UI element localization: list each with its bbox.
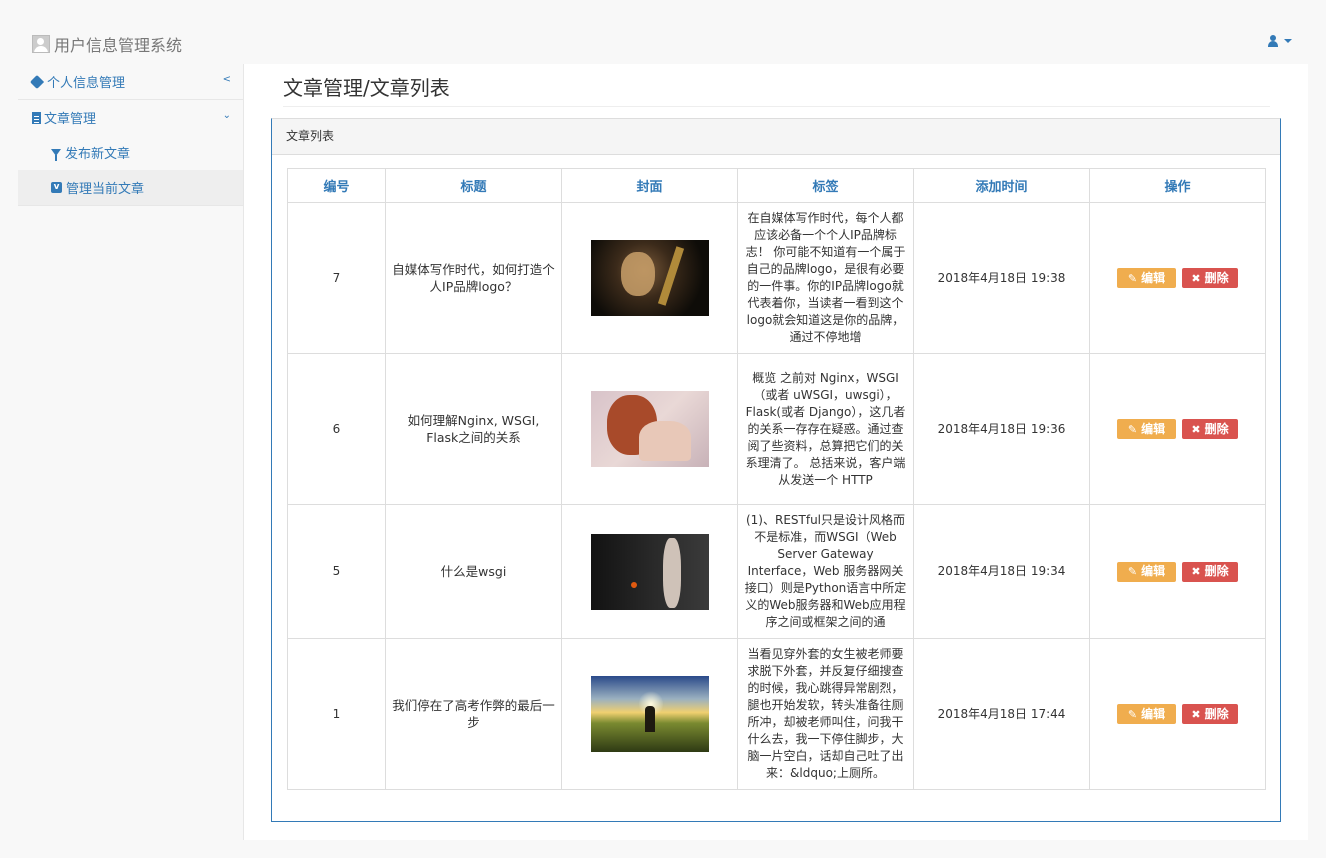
article-list-panel: 文章列表 编号 标题 封面 标签 添加时间 操作 7 自媒体写作时代，如何打造个… — [271, 118, 1281, 822]
table-row: 5 什么是wsgi (1)、RESTful只是设计风格而不是标准，而WSGI（W… — [287, 504, 1266, 639]
cell-id: 6 — [287, 353, 386, 505]
navbar: 用户信息管理系统 — [18, 18, 1308, 65]
cell-cover — [561, 504, 738, 639]
cell-title: 自媒体写作时代，如何打造个人IP品牌logo？ — [385, 202, 562, 354]
user-menu-toggle[interactable] — [1267, 35, 1292, 47]
cell-cover — [561, 202, 738, 354]
panel-title: 文章列表 — [272, 119, 1280, 155]
times-icon: ✖ — [1191, 707, 1201, 721]
edit-label: 编辑 — [1141, 270, 1166, 285]
table-row: 7 自媒体写作时代，如何打造个人IP品牌logo？ 在自媒体写作时代，每个人都应… — [287, 202, 1266, 354]
edit-label: 编辑 — [1141, 421, 1166, 436]
cover-image — [590, 391, 709, 467]
cell-id: 1 — [287, 638, 386, 790]
times-icon: ✖ — [1191, 271, 1201, 285]
edit-label: 编辑 — [1141, 706, 1166, 721]
cell-title: 如何理解Nginx, WSGI, Flask之间的关系 — [385, 353, 562, 505]
delete-button[interactable]: ✖ 删除 — [1182, 268, 1238, 288]
chevron-down-icon: ⌄ — [222, 110, 231, 121]
times-icon: ✖ — [1191, 422, 1201, 436]
cell-tag: 当看见穿外套的女生被老师要求脱下外套，并反复仔细搜查的时候，我心跳得异常剧烈，腿… — [737, 638, 914, 790]
sidebar-subitem-label: 管理当前文章 — [66, 182, 145, 197]
times-icon: ✖ — [1191, 565, 1201, 578]
delete-label: 删除 — [1204, 706, 1229, 721]
column-header-time: 添加时间 — [913, 168, 1090, 203]
caret-down-icon — [1284, 39, 1292, 43]
pencil-square-icon: ✎ — [1127, 271, 1138, 285]
column-header-id: 编号 — [287, 168, 386, 203]
cell-actions: ✎ 编辑 ✖ 删除 — [1089, 353, 1266, 505]
delete-label: 删除 — [1204, 421, 1229, 436]
cell-cover — [561, 353, 738, 505]
edit-label: 编辑 — [1141, 564, 1166, 578]
cell-title: 我们停在了高考作弊的最后一步 — [385, 638, 562, 790]
column-header-actions: 操作 — [1089, 168, 1266, 203]
cell-time: 2018年4月18日 19:34 — [913, 504, 1090, 639]
delete-label: 删除 — [1204, 270, 1229, 285]
cover-image — [590, 533, 709, 610]
filter-icon — [51, 149, 61, 161]
sidebar: 个人信息管理 < 文章管理 ⌄ 发布新文章 v 管理当前文章 — [18, 64, 244, 840]
edit-button[interactable]: ✎ 编辑 — [1117, 704, 1176, 724]
cell-title: 什么是wsgi — [385, 504, 562, 639]
sidebar-subitem-new-article[interactable]: 发布新文章 — [18, 135, 243, 170]
column-header-title: 标题 — [385, 168, 562, 203]
article-table: 编号 标题 封面 标签 添加时间 操作 7 自媒体写作时代，如何打造个人IP品牌… — [287, 168, 1266, 790]
chevron-left-icon: < — [222, 74, 231, 85]
sidebar-item-label: 个人信息管理 — [47, 76, 126, 91]
tag-icon — [29, 74, 45, 89]
cell-tag: (1)、RESTful只是设计风格而不是标准，而WSGI（Web Server … — [737, 504, 914, 639]
column-header-tag: 标签 — [737, 168, 914, 203]
table-header-row: 编号 标题 封面 标签 添加时间 操作 — [287, 168, 1266, 203]
delete-button[interactable]: ✖ 删除 — [1182, 561, 1238, 582]
pencil-square-icon: ✎ — [1127, 565, 1138, 578]
pencil-square-icon: ✎ — [1127, 707, 1138, 721]
sidebar-item-personal-info[interactable]: 个人信息管理 < — [18, 64, 243, 100]
cover-image — [590, 676, 709, 752]
cell-actions: ✎ 编辑 ✖ 删除 — [1089, 504, 1266, 639]
sidebar-item-article-management[interactable]: 文章管理 ⌄ — [18, 100, 243, 135]
main-content: 文章管理/文章列表 文章列表 编号 标题 封面 标签 添加时间 操作 7 自媒体… — [244, 64, 1308, 840]
cell-tag: 在自媒体写作时代，每个人都应该必备一个个人IP品牌标志！ 你可能不知道有一个属于… — [737, 202, 914, 354]
pencil-square-icon: ✎ — [1127, 422, 1138, 436]
brand[interactable]: 用户信息管理系统 — [32, 32, 182, 56]
cell-time: 2018年4月18日 19:38 — [913, 202, 1090, 354]
cell-id: 7 — [287, 202, 386, 354]
delete-label: 删除 — [1204, 564, 1229, 578]
page-title: 文章管理/文章列表 — [283, 72, 1270, 107]
user-icon — [1267, 35, 1279, 47]
cell-time: 2018年4月18日 17:44 — [913, 638, 1090, 790]
cell-time: 2018年4月18日 19:36 — [913, 353, 1090, 505]
table-row: 1 我们停在了高考作弊的最后一步 当看见穿外套的女生被老师要求脱下外套，并反复仔… — [287, 638, 1266, 790]
cell-actions: ✎ 编辑 ✖ 删除 — [1089, 638, 1266, 790]
cell-tag: 概览 之前对 Nginx，WSGI（或者 uWSGI，uwsgi），Flask(… — [737, 353, 914, 505]
delete-button[interactable]: ✖ 删除 — [1182, 419, 1238, 439]
file-icon — [32, 111, 41, 124]
edit-button[interactable]: ✎ 编辑 — [1117, 561, 1176, 582]
app-title: 用户信息管理系统 — [54, 36, 183, 55]
cell-id: 5 — [287, 504, 386, 639]
edit-button[interactable]: ✎ 编辑 — [1117, 268, 1176, 288]
cell-actions: ✎ 编辑 ✖ 删除 — [1089, 202, 1266, 354]
cover-image — [590, 240, 709, 316]
edit-button[interactable]: ✎ 编辑 — [1117, 419, 1176, 439]
v-icon: v — [51, 182, 62, 193]
user-avatar-icon — [32, 35, 50, 53]
column-header-cover: 封面 — [561, 168, 738, 203]
sidebar-item-label: 文章管理 — [44, 112, 97, 127]
cell-cover — [561, 638, 738, 790]
table-row: 6 如何理解Nginx, WSGI, Flask之间的关系 概览 之前对 Ngi… — [287, 353, 1266, 505]
delete-button[interactable]: ✖ 删除 — [1182, 704, 1238, 724]
sidebar-subitem-manage-articles[interactable]: v 管理当前文章 — [18, 170, 243, 206]
sidebar-subitem-label: 发布新文章 — [65, 147, 131, 162]
